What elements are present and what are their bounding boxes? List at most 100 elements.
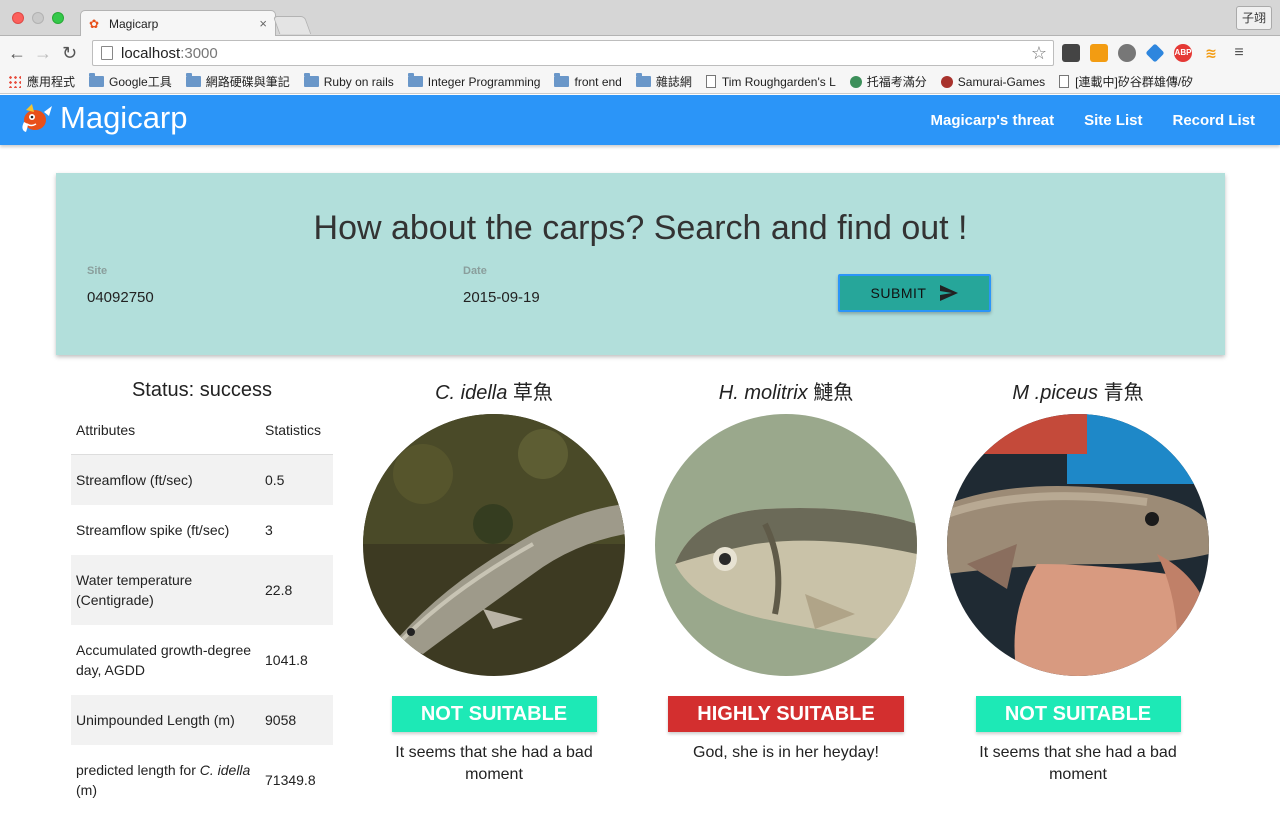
row-attribute: Streamflow (ft/sec) xyxy=(76,472,193,488)
bookmark-item[interactable]: Ruby on rails xyxy=(303,73,394,89)
site-input[interactable]: 04092750 xyxy=(87,289,427,311)
fish-card-c-idella: C. idella 草魚 NOT SUITABLE It seems that … xyxy=(363,376,625,786)
fish-message: It seems that she had a bad moment xyxy=(979,744,1177,783)
url-port: :3000 xyxy=(180,44,218,62)
bookmark-label: Google工具 xyxy=(109,75,172,89)
black-carp-photo xyxy=(947,414,1209,676)
page-icon xyxy=(101,46,113,60)
folder-icon xyxy=(303,73,319,87)
diamond-extension-icon[interactable] xyxy=(1145,43,1165,63)
stats-table: Attributes Statistics Streamflow (ft/sec… xyxy=(71,405,333,815)
bookmark-label: 網路硬碟與筆記 xyxy=(205,75,290,89)
browser-tab[interactable]: ✿ Magicarp × xyxy=(80,10,276,36)
page-icon xyxy=(1059,75,1070,88)
row-attribute: Water temperature (Centigrade) xyxy=(76,572,193,608)
fish-card-h-molitrix: H. molitrix 鰱魚 HIGHLY SUITABLE God, she … xyxy=(655,376,917,764)
close-window-button[interactable] xyxy=(12,12,24,24)
tab-close-icon[interactable]: × xyxy=(259,16,267,31)
bookmark-label: [連載中]矽谷群雄傳/矽 xyxy=(1075,75,1194,89)
folder-icon xyxy=(554,73,570,87)
header-statistics: Statistics xyxy=(265,421,322,438)
app-navbar: Magicarp Magicarp's threat Site List Rec… xyxy=(0,95,1280,145)
page-icon xyxy=(705,75,716,88)
forward-arrow-icon[interactable]: → xyxy=(34,44,52,62)
back-arrow-icon[interactable]: ← xyxy=(8,44,26,62)
extension-icons: ABP ≋ ≡ xyxy=(1062,43,1248,63)
browser-tabstrip: ✿ Magicarp × 子翊 xyxy=(0,0,1280,36)
fish-name: M .piceus 青魚 xyxy=(1012,382,1144,404)
cast-icon[interactable] xyxy=(1062,44,1080,62)
bookmark-item[interactable]: front end xyxy=(554,73,622,89)
tab-title: Magicarp xyxy=(109,16,159,31)
bookmark-label: 雜誌網 xyxy=(655,75,692,89)
maximize-window-button[interactable] xyxy=(52,12,64,24)
magikarp-favicon-icon: ✿ xyxy=(89,16,100,31)
date-field[interactable]: Date 2015-09-19 xyxy=(463,265,803,311)
bookmarks-bar: 應用程式 Google工具 網路硬碟與筆記 Ruby on rails Integer … xyxy=(0,70,1280,94)
row-attribute: predicted length for C. idella (m) xyxy=(76,762,251,798)
send-icon xyxy=(940,285,959,301)
bookmark-star-icon[interactable]: ☆ xyxy=(1031,43,1047,64)
bookmark-label: Ruby on rails xyxy=(323,74,394,89)
fish-name: C. idella 草魚 xyxy=(435,382,553,404)
bookmark-item[interactable]: 網路硬碟與筆記 xyxy=(185,73,290,90)
bookmark-label: Samurai-Games xyxy=(957,74,1046,89)
brand[interactable]: Magicarp xyxy=(18,100,188,136)
menu-icon[interactable]: ≡ xyxy=(1230,44,1248,62)
chart-extension-icon[interactable] xyxy=(1090,44,1108,62)
record-extension-icon[interactable] xyxy=(1118,44,1136,62)
apps-icon xyxy=(8,75,21,88)
row-attribute: Accumulated growth-degree day, AGDD xyxy=(76,642,252,678)
row-value: 3 xyxy=(265,522,273,538)
pin-icon xyxy=(849,75,862,88)
row-attribute: Unimpounded Length (m) xyxy=(76,712,235,728)
nav-links: Magicarp's threat Site List Record List xyxy=(931,95,1255,145)
row-value: 0.5 xyxy=(265,472,285,488)
address-bar[interactable]: localhost :3000 ☆ xyxy=(92,40,1054,66)
row-value: 22.8 xyxy=(265,582,293,598)
date-input[interactable]: 2015-09-19 xyxy=(463,289,803,311)
browser-toolbar: ← → ↻ localhost :3000 ☆ ABP ≋ ≡ xyxy=(0,36,1280,70)
submit-button[interactable]: SUBMIT xyxy=(838,274,991,312)
search-title: How about the carps? Search and find out… xyxy=(313,209,968,247)
bookmark-item[interactable]: Tim Roughgarden's L xyxy=(705,75,836,89)
submit-label: SUBMIT xyxy=(870,285,927,301)
bookmark-item[interactable]: 托福考滿分 xyxy=(849,73,927,90)
bookmark-label: 應用程式 xyxy=(27,75,76,89)
table-row: Accumulated growth-degree day, AGDD 1041… xyxy=(71,625,333,695)
adblock-icon[interactable]: ABP xyxy=(1174,44,1192,62)
bookmark-label: 托福考滿分 xyxy=(866,75,927,89)
row-value: 9058 xyxy=(265,712,297,728)
search-card: How about the carps? Search and find out… xyxy=(56,173,1225,355)
row-value: 1041.8 xyxy=(265,652,308,668)
stats-header-row: Attributes Statistics xyxy=(71,405,333,455)
row-value: 71349.8 xyxy=(265,772,316,788)
fish-name: H. molitrix 鰱魚 xyxy=(718,382,854,404)
new-tab-button[interactable] xyxy=(272,16,312,34)
site-field[interactable]: Site 04092750 xyxy=(87,265,427,311)
nav-link-site-list[interactable]: Site List xyxy=(1084,112,1142,129)
reload-icon[interactable]: ↻ xyxy=(62,44,77,62)
bookmark-item[interactable]: [連載中]矽谷群雄傳/矽 xyxy=(1059,73,1193,90)
silver-carp-photo xyxy=(655,414,917,676)
suitability-badge: NOT SUITABLE xyxy=(975,696,1181,732)
minimize-window-button[interactable] xyxy=(32,12,44,24)
folder-icon xyxy=(185,73,201,87)
suitability-badge: NOT SUITABLE xyxy=(391,696,597,732)
row-attribute: Streamflow spike (ft/sec) xyxy=(76,522,230,538)
date-label: Date xyxy=(463,265,487,277)
bookmark-item[interactable]: Samurai-Games xyxy=(940,74,1046,89)
bookmark-item[interactable]: Integer Programming xyxy=(407,73,540,89)
profile-button[interactable]: 子翊 xyxy=(1236,6,1272,30)
fish-card-m-piceus: M .piceus 青魚 NOT SUITABLE It seems that … xyxy=(947,376,1209,786)
fish-message: God, she is in her heyday! xyxy=(693,744,879,761)
bookmark-item[interactable]: 應用程式 xyxy=(8,73,75,90)
audio-wave-icon[interactable]: ≋ xyxy=(1202,44,1220,62)
folder-icon xyxy=(89,73,105,87)
site-label: Site xyxy=(87,265,108,277)
nav-link-threat[interactable]: Magicarp's threat xyxy=(931,112,1055,129)
nav-link-record-list[interactable]: Record List xyxy=(1172,112,1255,129)
bookmark-item[interactable]: Google工具 xyxy=(89,73,172,90)
bookmark-item[interactable]: 雜誌網 xyxy=(635,73,692,90)
folder-icon xyxy=(635,73,651,87)
